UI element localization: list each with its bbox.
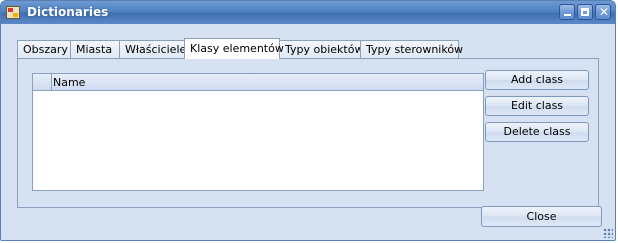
client-area: Obszary Miasta Właściciele Klasy element…	[5, 25, 611, 238]
tab-miasta[interactable]: Miasta	[70, 40, 120, 58]
edit-class-button[interactable]: Edit class	[485, 96, 589, 116]
delete-class-button[interactable]: Delete class	[485, 122, 589, 142]
tab-typy-obiektow[interactable]: Typy obiektów	[279, 40, 363, 58]
dictionaries-window: Dictionaries ✕ Obszary Miasta Właściciel…	[0, 0, 616, 241]
column-header-name[interactable]: Name	[53, 76, 85, 89]
title-bar[interactable]: Dictionaries ✕	[1, 1, 615, 24]
tab-obszary[interactable]: Obszary	[17, 40, 71, 58]
add-class-button[interactable]: Add class	[485, 70, 589, 90]
tab-wlasciciele[interactable]: Właściciele	[119, 40, 186, 58]
resize-grip-icon[interactable]	[603, 228, 613, 238]
tab-klasy-elementow[interactable]: Klasy elementów	[184, 38, 284, 59]
window-title: Dictionaries	[27, 5, 109, 19]
row-header-corner[interactable]	[33, 74, 52, 90]
classes-grid[interactable]: Name	[32, 73, 484, 191]
close-icon: ✕	[598, 5, 610, 19]
close-button[interactable]: Close	[481, 206, 602, 227]
grid-header: Name	[33, 74, 483, 91]
app-icon[interactable]	[6, 6, 20, 19]
maximize-icon	[581, 8, 589, 16]
minimize-icon	[564, 14, 571, 16]
tab-typy-sterownikow[interactable]: Typy sterowników	[360, 40, 463, 58]
minimize-button[interactable]	[559, 4, 575, 20]
maximize-button[interactable]	[577, 4, 593, 20]
close-window-button[interactable]: ✕	[595, 4, 611, 20]
